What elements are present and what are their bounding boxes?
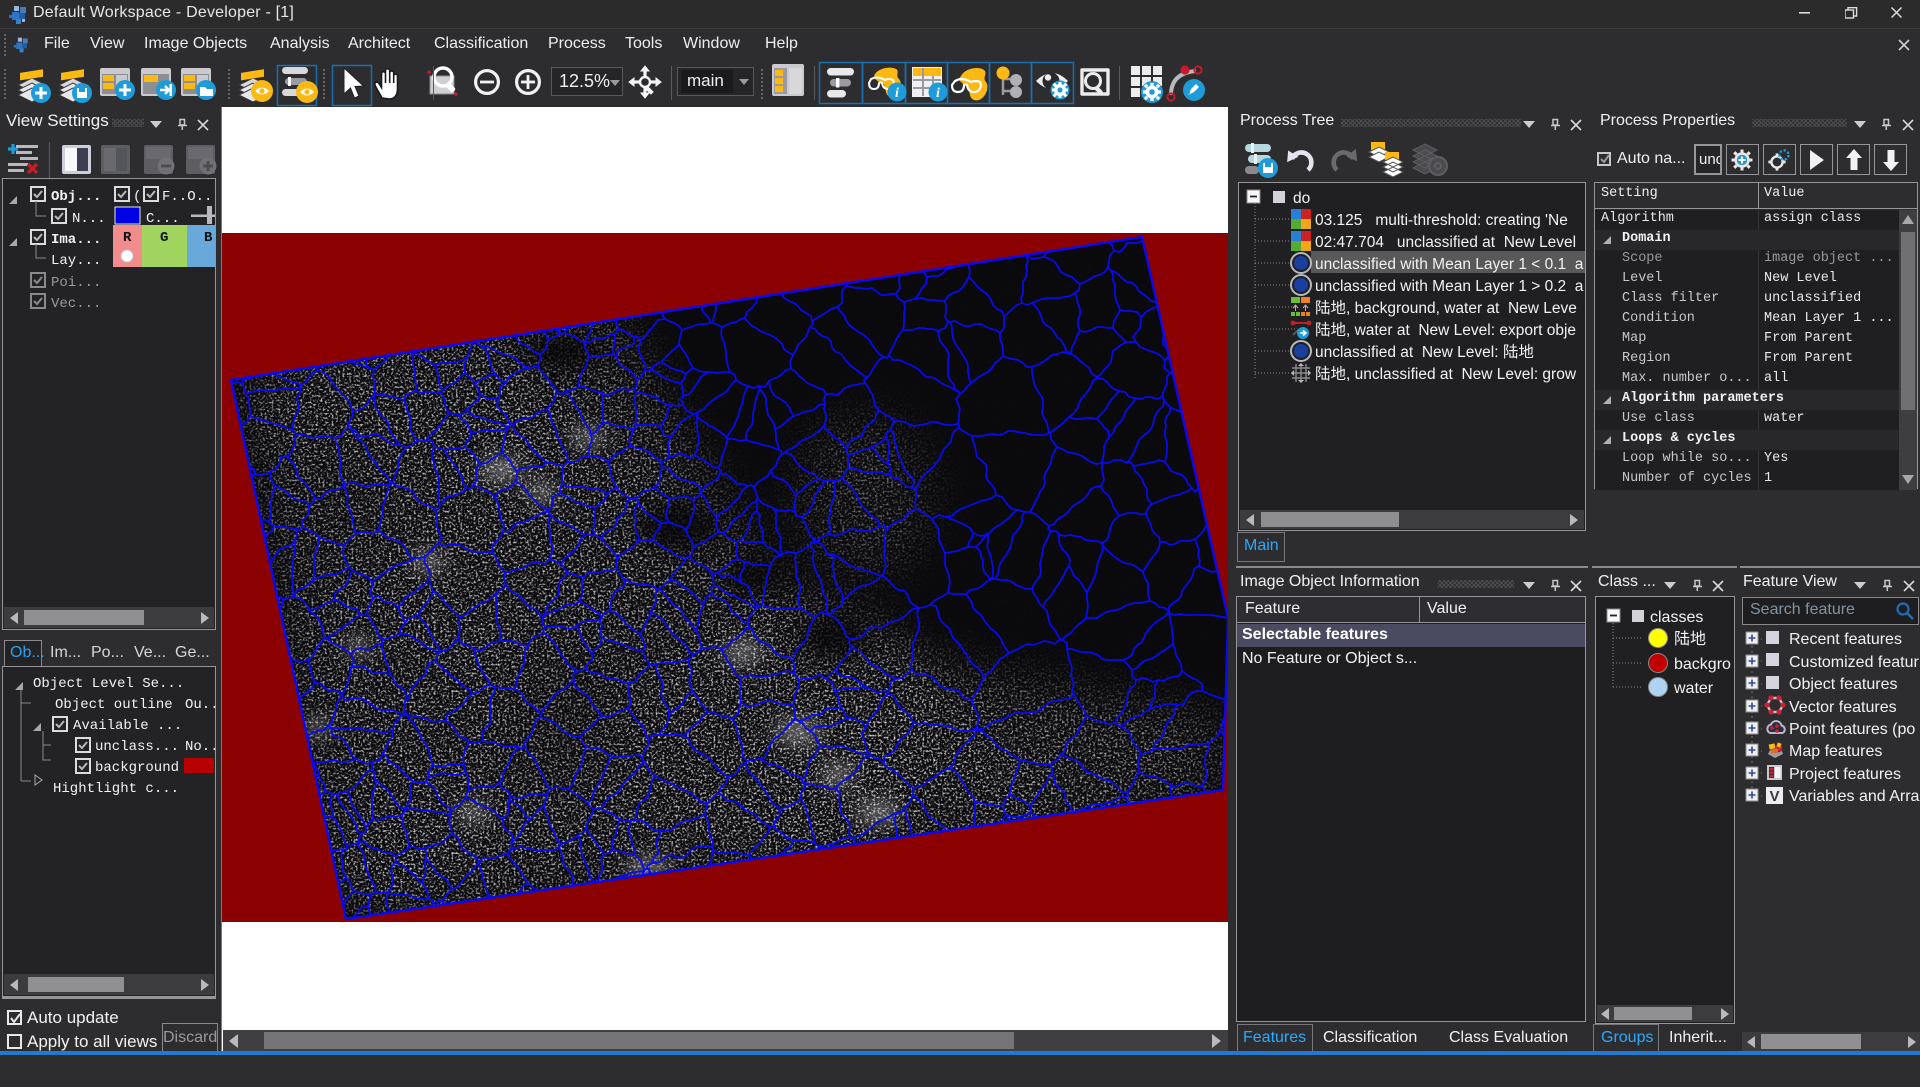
svg-text:Vec...: Vec...	[51, 296, 101, 312]
svg-text:G: G	[160, 230, 168, 246]
svg-text:陆地, background, water at New: 陆地, background, water at New Leve	[1315, 299, 1577, 317]
svg-text:B: B	[204, 230, 213, 246]
svg-text:i: i	[936, 86, 940, 101]
svg-text:Point features (po: Point features (po	[1789, 721, 1915, 738]
svg-text:Lay...: Lay...	[51, 253, 101, 269]
svg-text:Project features: Project features	[1789, 766, 1901, 783]
svg-text:backgro: backgro	[1674, 656, 1731, 673]
svg-text:unclassified at New Level: 陆地: unclassified at New Level: 陆地	[1315, 343, 1534, 361]
svg-text:Ima...: Ima...	[51, 232, 101, 248]
svg-text:Obj...: Obj...	[51, 189, 101, 205]
svg-text:Customized featur: Customized featur	[1789, 654, 1920, 671]
svg-text:Variables and Arra: Variables and Arra	[1789, 788, 1920, 805]
svg-text:classes: classes	[1650, 609, 1703, 626]
svg-text:V: V	[1769, 788, 1779, 805]
svg-text:陆地: 陆地	[1674, 630, 1706, 648]
svg-text:Available ...: Available ...	[73, 718, 182, 734]
svg-text:No..: No..	[185, 739, 215, 755]
svg-text:陆地, unclassified at New Level: 陆地, unclassified at New Level: grow	[1315, 365, 1577, 383]
svg-text:C...: C...	[146, 211, 180, 227]
svg-text:Recent features: Recent features	[1789, 631, 1902, 648]
svg-text:陆地, water at New Level: expor: 陆地, water at New Level: export obje	[1315, 321, 1576, 339]
svg-text:Hightlight c...: Hightlight c...	[53, 781, 179, 797]
svg-text:03.125 multi-threshold: crea: 03.125 multi-threshold: creating 'Ne	[1315, 212, 1568, 229]
svg-text:Object Level Se...: Object Level Se...	[33, 676, 184, 692]
svg-text:Ou..: Ou..	[185, 697, 215, 713]
svg-text:F..O..: F..O..	[162, 189, 212, 205]
svg-text:Map features: Map features	[1789, 743, 1882, 760]
svg-text:unclass...: unclass...	[95, 739, 179, 755]
svg-text:Object features: Object features	[1789, 676, 1898, 693]
svg-text:unclassified with Mean Layer 1: unclassified with Mean Layer 1 < 0.1 a	[1315, 256, 1584, 273]
svg-text:Poi...: Poi...	[51, 275, 101, 291]
svg-text:do: do	[1293, 190, 1310, 207]
svg-text:Object outline: Object outline	[55, 697, 173, 713]
svg-text:(: (	[133, 189, 141, 205]
svg-text:02:47.704 unclassified at N: 02:47.704 unclassified at New Level	[1315, 234, 1576, 251]
svg-text:R: R	[123, 230, 132, 246]
svg-text:unclassified with Mean Layer 1: unclassified with Mean Layer 1 > 0.2 a	[1315, 278, 1584, 295]
svg-text:water: water	[1673, 680, 1714, 697]
svg-text:N...: N...	[72, 211, 106, 227]
svg-text:Vector features: Vector features	[1789, 699, 1897, 716]
svg-text:background: background	[95, 760, 179, 776]
svg-text:i: i	[895, 86, 899, 101]
